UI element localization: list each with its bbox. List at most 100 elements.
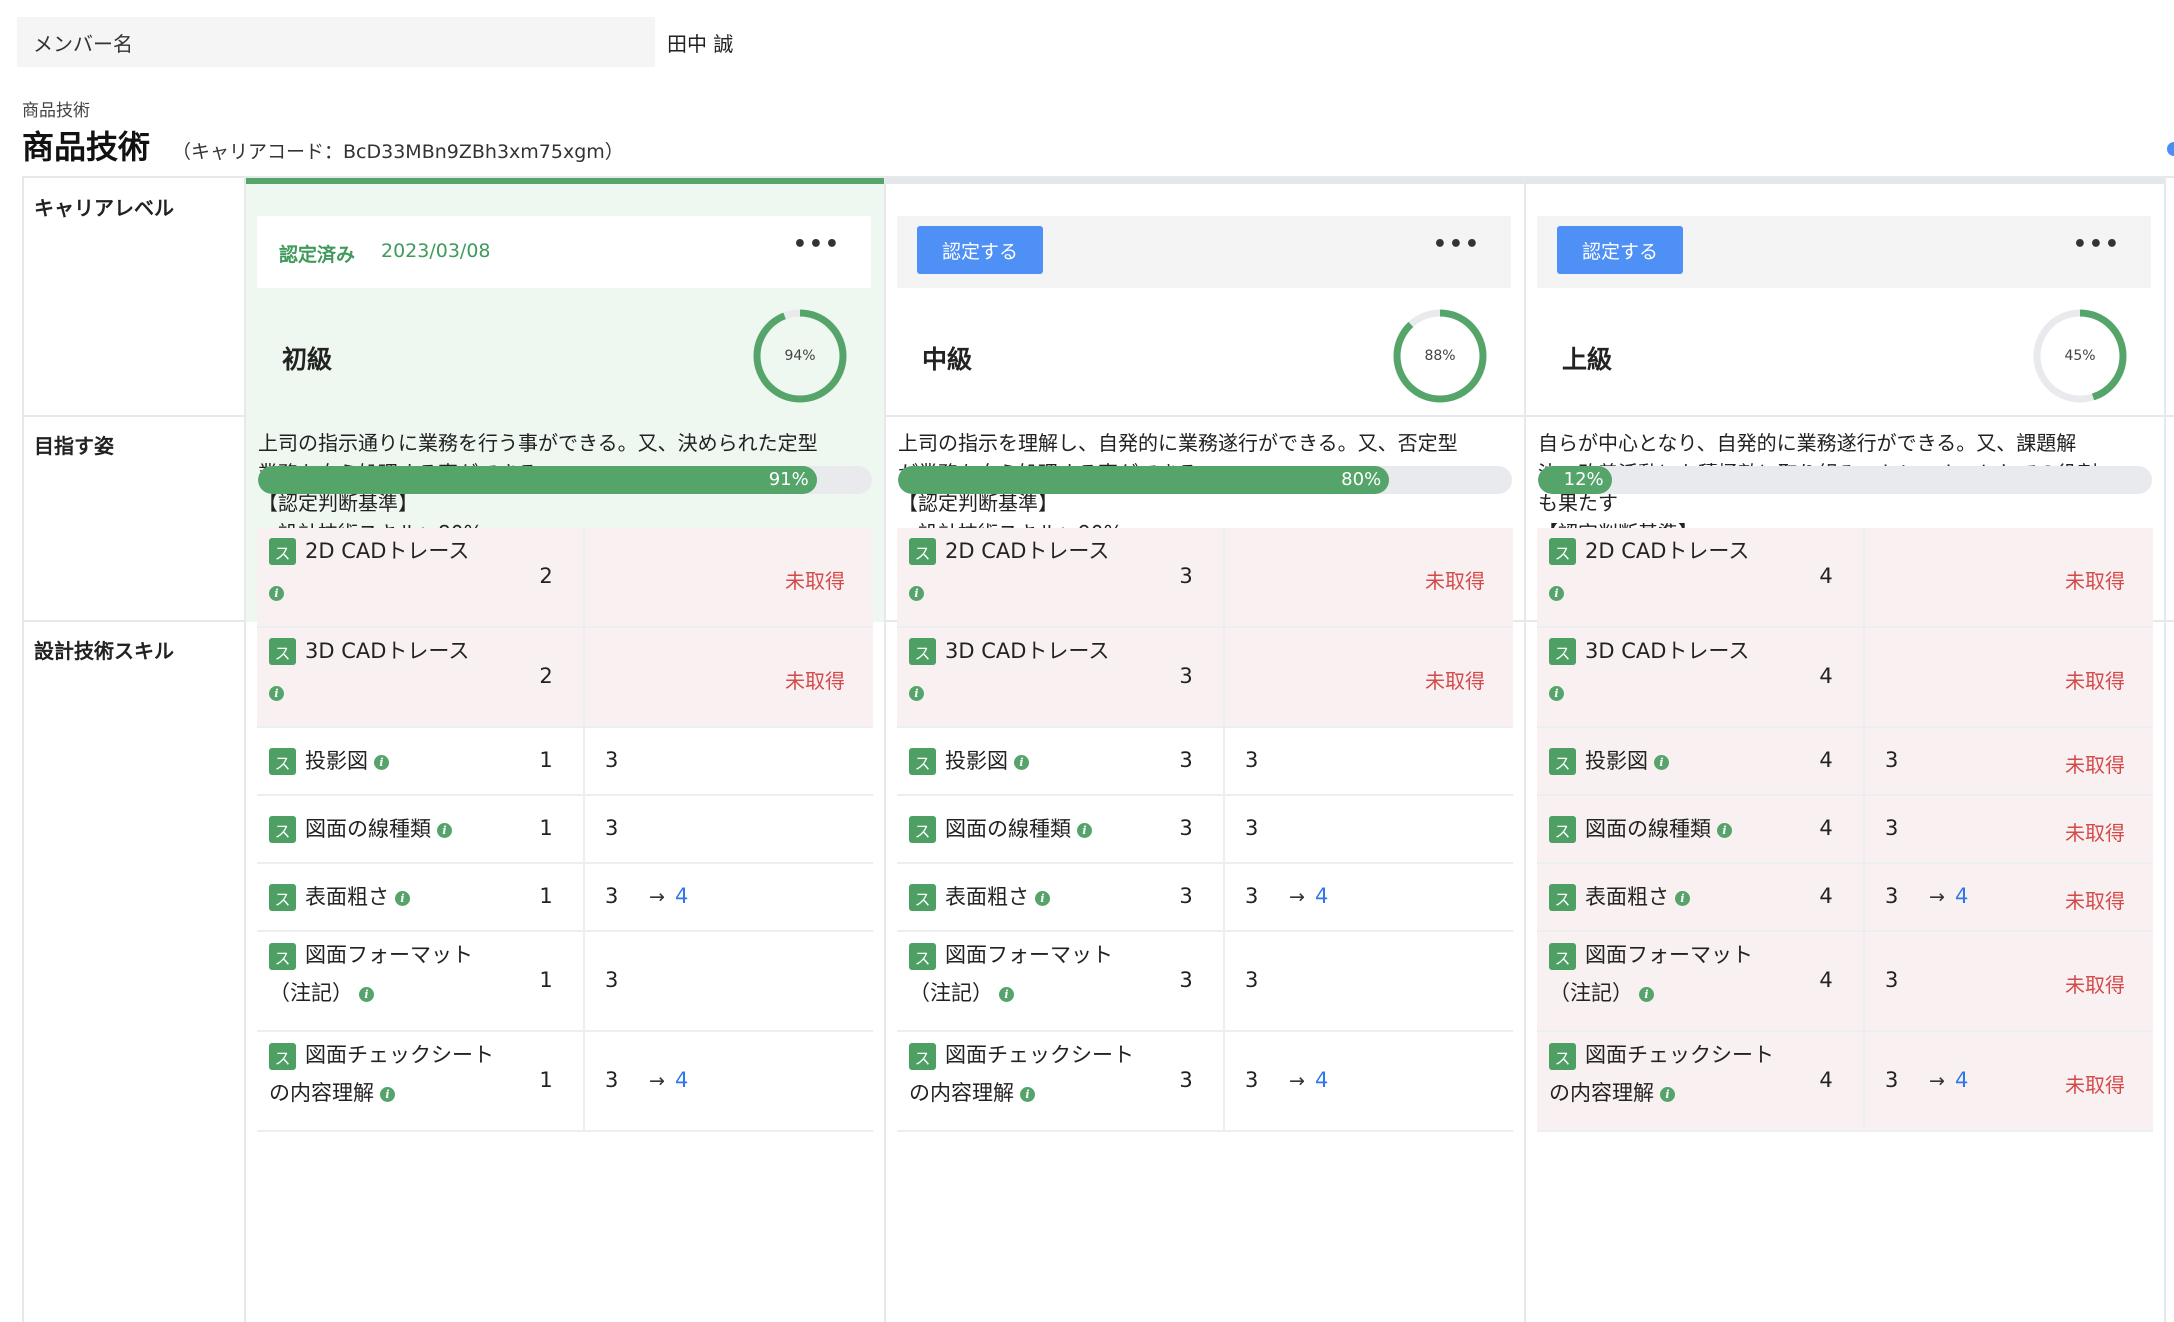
skill-progress-fill: 91% bbox=[258, 466, 817, 494]
skill-name-text: 2D CADトレース bbox=[1585, 539, 1750, 563]
info-icon[interactable]: i bbox=[1077, 822, 1092, 838]
skill-row[interactable]: ス 3D CADトレース i 4 未取得 bbox=[1537, 628, 2153, 728]
skill-row[interactable]: ス 3D CADトレース i 2 未取得 bbox=[257, 628, 873, 728]
skill-name-text: 投影図 bbox=[945, 749, 1008, 773]
skill-name: 投影図 i bbox=[945, 742, 1029, 780]
status-box: 認定済み 2023/03/08 ••• bbox=[257, 216, 871, 288]
skill-name-text: 表面粗さ bbox=[305, 885, 389, 909]
info-icon[interactable]: i bbox=[1639, 986, 1654, 1002]
info-icon[interactable]: i bbox=[1020, 1086, 1035, 1102]
column-divider bbox=[2164, 176, 2166, 1322]
info-icon[interactable]: i bbox=[1035, 890, 1050, 906]
skill-row[interactable]: ス図面の線種類 i 1 3 bbox=[257, 796, 873, 864]
skill-row[interactable]: ス 2D CADトレース i 3 未取得 bbox=[897, 528, 1513, 628]
skill-name: 図面チェックシート bbox=[305, 1036, 494, 1074]
breadcrumb: 商品技術 bbox=[22, 101, 90, 121]
skill-progress-bar: 91% bbox=[258, 466, 872, 494]
info-icon[interactable]: i bbox=[374, 754, 389, 770]
info-icon[interactable]: i bbox=[1717, 822, 1732, 838]
arrow-right-icon: → bbox=[1929, 886, 1945, 908]
skill-row[interactable]: ス 3D CADトレース i 3 未取得 bbox=[897, 628, 1513, 728]
info-icon[interactable]: i bbox=[909, 686, 924, 701]
cell-divider bbox=[583, 864, 585, 930]
certify-button[interactable]: 認定する bbox=[1557, 226, 1683, 274]
cell-divider bbox=[1863, 864, 1865, 930]
member-row: メンバー名 田中 誠 bbox=[17, 17, 733, 67]
skill-name: 図面フォーマット bbox=[305, 936, 473, 974]
skill-name-text: 図面の線種類 bbox=[305, 817, 431, 841]
skill-name: 図面の線種類 i bbox=[305, 810, 452, 848]
current-level: 3 bbox=[1885, 968, 1899, 992]
required-level: 3 bbox=[1179, 564, 1193, 588]
target-level: 4 bbox=[1315, 1068, 1329, 1092]
info-icon[interactable]: i bbox=[269, 686, 284, 701]
info-icon[interactable]: i bbox=[999, 986, 1014, 1002]
skill-type-badge: ス bbox=[269, 816, 296, 843]
skill-row[interactable]: ス 2D CADトレース i 4 未取得 bbox=[1537, 528, 2153, 628]
skill-progress-bar: 80% bbox=[898, 466, 1512, 494]
info-icon[interactable]: i bbox=[380, 1086, 395, 1102]
info-icon[interactable]: i bbox=[1675, 890, 1690, 906]
unacquired-status: 未取得 bbox=[785, 669, 845, 693]
required-level: 1 bbox=[539, 1068, 553, 1092]
skill-row[interactable]: ス表面粗さ i 1 3 → 4 bbox=[257, 864, 873, 932]
skill-name-cell: ス図面チェックシート の内容理解 i 1 bbox=[257, 1032, 583, 1130]
skill-name: 図面の線種類 i bbox=[1585, 810, 1732, 848]
info-icon[interactable]: i bbox=[1549, 686, 1564, 701]
skill-row[interactable]: ス図面チェックシート の内容理解 i 3 3 → 4 bbox=[897, 1032, 1513, 1132]
info-icon[interactable]: i bbox=[269, 586, 284, 601]
target-level: 4 bbox=[1955, 884, 1969, 908]
skill-name-cell: ス図面の線種類 i 3 bbox=[897, 796, 1223, 862]
skill-name-text: 投影図 bbox=[1585, 749, 1648, 773]
level-top-bar bbox=[246, 178, 884, 184]
info-icon[interactable]: i bbox=[437, 822, 452, 838]
info-icon[interactable]: i bbox=[395, 890, 410, 906]
cell-divider bbox=[1223, 796, 1225, 862]
skill-progress-label: 91% bbox=[768, 469, 809, 490]
info-icon[interactable]: i bbox=[909, 586, 924, 601]
info-icon[interactable]: i bbox=[1660, 1086, 1675, 1102]
skill-name-cell: ス 2D CADトレース i 4 bbox=[1537, 528, 1863, 626]
skill-row[interactable]: ス図面フォーマット （注記） i 1 3 bbox=[257, 932, 873, 1032]
arrow-right-icon: → bbox=[1929, 1070, 1945, 1092]
member-label: メンバー名 bbox=[17, 17, 655, 67]
skill-row[interactable]: ス投影図 i 4 3 未取得 bbox=[1537, 728, 2153, 796]
more-options-icon[interactable]: ••• bbox=[793, 232, 841, 257]
skill-name-text: 図面フォーマット bbox=[305, 943, 473, 967]
skill-name-text: の内容理解 bbox=[1549, 1081, 1654, 1105]
skill-type-badge: ス bbox=[1549, 816, 1576, 843]
skill-row[interactable]: ス図面フォーマット （注記） i 3 3 bbox=[897, 932, 1513, 1032]
info-icon[interactable]: i bbox=[1654, 754, 1669, 770]
required-level: 1 bbox=[539, 968, 553, 992]
current-level: 3 bbox=[605, 968, 619, 992]
unacquired-status: 未取得 bbox=[2065, 669, 2125, 693]
skill-name-text: 図面フォーマット bbox=[945, 943, 1113, 967]
skill-row[interactable]: ス 2D CADトレース i 2 未取得 bbox=[257, 528, 873, 628]
skill-row[interactable]: ス図面チェックシート の内容理解 i 4 3 → 4 未取得 bbox=[1537, 1032, 2153, 1132]
current-level: 3 bbox=[605, 884, 619, 908]
skill-row[interactable]: ス図面フォーマット （注記） i 4 3 未取得 bbox=[1537, 932, 2153, 1032]
skill-row[interactable]: ス表面粗さ i 4 3 → 4 未取得 bbox=[1537, 864, 2153, 932]
info-icon[interactable]: i bbox=[1014, 754, 1029, 770]
skill-row[interactable]: ス表面粗さ i 3 3 → 4 bbox=[897, 864, 1513, 932]
current-level: 3 bbox=[1885, 748, 1899, 772]
skill-row[interactable]: ス図面の線種類 i 4 3 未取得 bbox=[1537, 796, 2153, 864]
target-level: 4 bbox=[675, 884, 689, 908]
info-icon[interactable]: i bbox=[1549, 586, 1564, 601]
skill-name-text: 図面チェックシート bbox=[1585, 1043, 1774, 1067]
required-level: 1 bbox=[539, 816, 553, 840]
skill-row[interactable]: ス図面の線種類 i 3 3 bbox=[897, 796, 1513, 864]
arrow-right-icon: → bbox=[649, 886, 665, 908]
skill-row[interactable]: ス投影図 i 3 3 bbox=[897, 728, 1513, 796]
skill-type-badge: ス bbox=[1549, 1043, 1576, 1070]
skill-type-badge: ス bbox=[1549, 884, 1576, 911]
current-level: 3 bbox=[1885, 884, 1899, 908]
skill-row[interactable]: ス図面チェックシート の内容理解 i 1 3 → 4 bbox=[257, 1032, 873, 1132]
more-options-icon[interactable]: ••• bbox=[2073, 232, 2121, 257]
scroll-indicator[interactable] bbox=[2167, 142, 2174, 156]
skill-row[interactable]: ス投影図 i 1 3 bbox=[257, 728, 873, 796]
info-icon[interactable]: i bbox=[359, 986, 374, 1002]
more-options-icon[interactable]: ••• bbox=[1433, 232, 1481, 257]
certify-button[interactable]: 認定する bbox=[917, 226, 1043, 274]
skill-type-badge: ス bbox=[1549, 943, 1576, 970]
